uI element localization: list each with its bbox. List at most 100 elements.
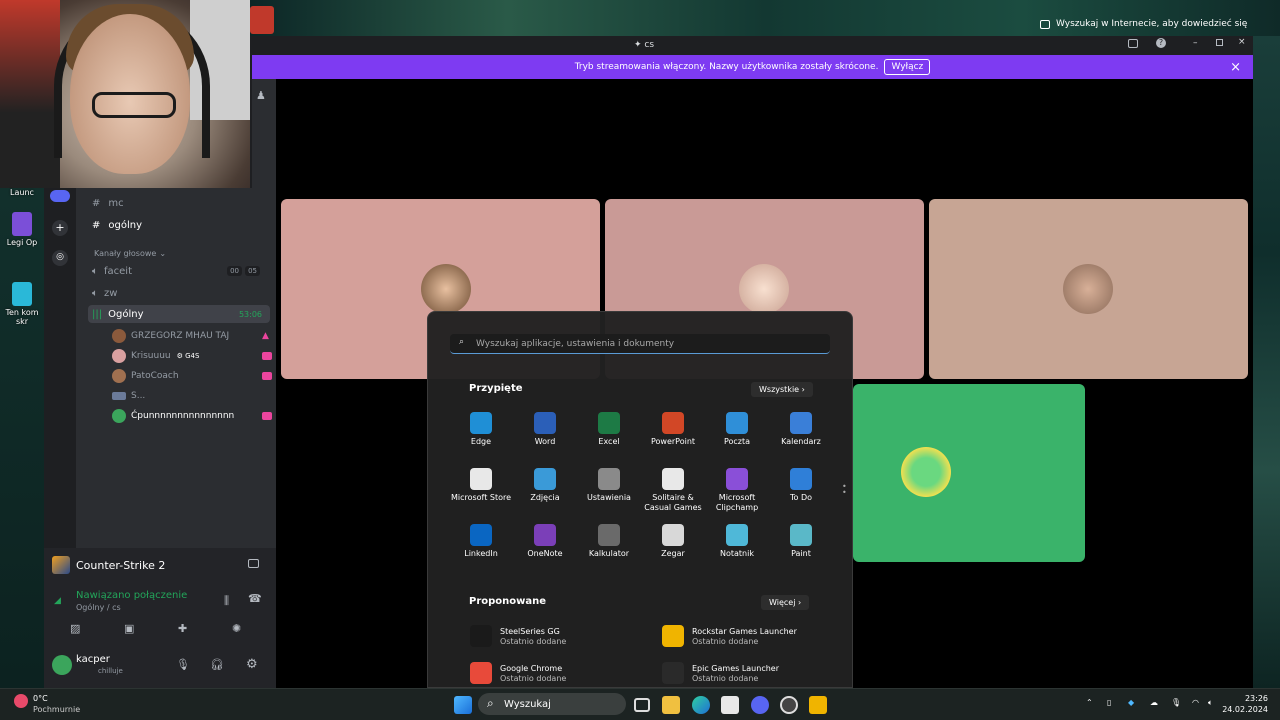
- webcam-overlay: [0, 0, 250, 188]
- pinned-app[interactable]: Solitaire & Casual Games: [641, 468, 705, 513]
- disable-streamer-mode-button[interactable]: Wyłącz: [884, 59, 931, 75]
- chevron-up-icon[interactable]: ⌃: [1086, 698, 1093, 707]
- help-icon[interactable]: ?: [1156, 38, 1166, 48]
- item-subtitle: Ostatnio dodane: [500, 636, 567, 646]
- recommended-item[interactable]: Google Chrome Ostatnio dodane: [470, 662, 566, 684]
- weather-temp[interactable]: 0°C: [33, 694, 48, 703]
- voice-channel-link[interactable]: Ogólny / cs: [76, 603, 121, 612]
- weather-icon[interactable]: [14, 694, 28, 708]
- banner-close-icon[interactable]: ×: [1230, 60, 1241, 75]
- camera-off-icon[interactable]: ▨: [70, 622, 80, 635]
- desktop-icon-logi[interactable]: Legi Op: [0, 212, 44, 247]
- activities-icon[interactable]: ✚: [178, 622, 187, 635]
- pinned-app[interactable]: Kalkulator: [577, 524, 641, 559]
- pinned-app[interactable]: LinkedIn: [449, 524, 513, 559]
- desktop-search-hint[interactable]: Wyszukaj w Internecie, aby dowiedzieć si…: [1040, 14, 1250, 34]
- clock-time[interactable]: 23:26: [1226, 694, 1268, 703]
- desktop-icon-launcher[interactable]: Launc: [0, 188, 44, 197]
- disconnect-icon[interactable]: ☎: [248, 592, 262, 605]
- discord-icon: ✦: [634, 40, 645, 50]
- soundboard-icon[interactable]: ✺: [232, 622, 241, 635]
- minimize-button[interactable]: –: [1193, 38, 1198, 48]
- pinned-app[interactable]: Microsoft Clipchamp: [705, 468, 769, 513]
- voice-user[interactable]: Krisuuuu ⚙ G4S: [112, 347, 272, 365]
- store-icon[interactable]: [721, 696, 739, 714]
- computer-icon: [12, 282, 32, 306]
- pinned-app[interactable]: To Do: [769, 468, 833, 503]
- usb-icon[interactable]: ▯: [1107, 698, 1111, 707]
- settings-icon: [598, 468, 620, 490]
- volume-icon[interactable]: 🔈︎: [1208, 698, 1213, 708]
- pinned-app[interactable]: Paint: [769, 524, 833, 559]
- voice-user[interactable]: GRZEGORZ MHAU TAJ ▲: [112, 327, 272, 345]
- channel-list: # mc # ogólny Kanały głosowe ⌄ 🔈︎ faceit 00 …: [76, 188, 276, 548]
- screen-share-icon[interactable]: [248, 559, 259, 568]
- noise-suppression-icon[interactable]: ⫼: [224, 594, 229, 608]
- paint-icon: [790, 524, 812, 546]
- windows-start-icon[interactable]: [454, 696, 472, 714]
- microphone-icon[interactable]: 🎙︎: [1171, 698, 1181, 707]
- avatar: [112, 409, 126, 423]
- user-avatar[interactable]: [52, 655, 72, 675]
- microphone-icon[interactable]: 🎙︎: [176, 658, 190, 671]
- onedrive-icon[interactable]: ☁: [1150, 698, 1158, 707]
- voice-user[interactable]: PatoCoach: [112, 367, 272, 385]
- gear-icon[interactable]: ⚙: [246, 657, 258, 672]
- channel-mc[interactable]: # mc: [92, 194, 272, 212]
- app-tray-icon[interactable]: ◆: [1128, 698, 1134, 707]
- task-view-icon[interactable]: [634, 698, 650, 712]
- recommended-item[interactable]: Epic Games Launcher Ostatnio dodane: [662, 662, 779, 684]
- explore-icon[interactable]: ◎: [52, 250, 68, 266]
- page-dots[interactable]: • •: [842, 483, 847, 497]
- participant-tile[interactable]: [853, 384, 1085, 562]
- speaker-icon: 🔈︎: [92, 287, 98, 299]
- all-apps-button[interactable]: Wszystkie ›: [751, 382, 813, 397]
- pinned-app[interactable]: PowerPoint: [641, 412, 705, 447]
- edge-icon[interactable]: [692, 696, 710, 714]
- pinned-app[interactable]: Zegar: [641, 524, 705, 559]
- pinned-app[interactable]: Ustawienia: [577, 468, 641, 503]
- pinned-app[interactable]: Kalendarz: [769, 412, 833, 447]
- pinned-app[interactable]: Zdjęcia: [513, 468, 577, 503]
- avatar: [421, 264, 471, 314]
- file-explorer-icon[interactable]: [662, 696, 680, 714]
- pinned-app[interactable]: Poczta: [705, 412, 769, 447]
- pinned-app[interactable]: Excel: [577, 412, 641, 447]
- pinned-app[interactable]: OneNote: [513, 524, 577, 559]
- cs2-icon[interactable]: [809, 696, 827, 714]
- screen-share-icon[interactable]: ▣: [124, 622, 134, 635]
- voice-channel-ogolny[interactable]: ||| Ogólny 53:06: [88, 305, 270, 323]
- voice-channel-zw[interactable]: 🔈︎ zw: [92, 284, 272, 302]
- start-search-input[interactable]: ⌕ Wyszukaj aplikacje, ustawienia i dokum…: [450, 334, 830, 354]
- close-button[interactable]: ×: [1238, 37, 1246, 47]
- voice-channel-faceit[interactable]: 🔈︎ faceit 00 05: [92, 262, 272, 280]
- add-friend-icon[interactable]: ♟: [256, 89, 266, 102]
- desktop-icon-this-pc[interactable]: Ten kom skr: [0, 282, 44, 326]
- headphones-icon[interactable]: 🎧︎: [210, 658, 224, 671]
- wifi-icon[interactable]: ◠: [1192, 698, 1199, 707]
- cs2-icon: [52, 556, 70, 574]
- pinned-app[interactable]: Microsoft Store: [449, 468, 513, 503]
- taskbar-search[interactable]: ⌕ Wyszukaj: [478, 693, 626, 715]
- channel-ogolny-text[interactable]: # ogólny: [92, 216, 272, 234]
- voice-category[interactable]: Kanały głosowe ⌄: [94, 244, 274, 262]
- pinned-app[interactable]: Edge: [449, 412, 513, 447]
- pinned-app[interactable]: Notatnik: [705, 524, 769, 559]
- voice-user[interactable]: Ćpunnnnnnnnnnnnnnn: [112, 407, 272, 425]
- pinned-app[interactable]: Word: [513, 412, 577, 447]
- voice-status[interactable]: Nawiązano połączenie: [76, 590, 187, 601]
- username[interactable]: kacper: [76, 654, 110, 665]
- discord-icon[interactable]: [751, 696, 769, 714]
- voice-user[interactable]: S...: [112, 387, 272, 405]
- more-button[interactable]: Więcej ›: [761, 595, 810, 610]
- inbox-icon[interactable]: [1128, 39, 1138, 48]
- participant-tile[interactable]: [929, 199, 1248, 379]
- add-server-icon[interactable]: +: [52, 220, 68, 236]
- server-icon[interactable]: [50, 190, 70, 202]
- game-activity[interactable]: Counter-Strike 2: [44, 548, 276, 582]
- recommended-item[interactable]: SteelSeries GG Ostatnio dodane: [470, 625, 566, 647]
- steelseries-icon[interactable]: [780, 696, 798, 714]
- maximize-button[interactable]: [1216, 39, 1223, 46]
- recommended-item[interactable]: Rockstar Games Launcher Ostatnio dodane: [662, 625, 797, 647]
- clock-date[interactable]: 24.02.2024: [1222, 705, 1268, 714]
